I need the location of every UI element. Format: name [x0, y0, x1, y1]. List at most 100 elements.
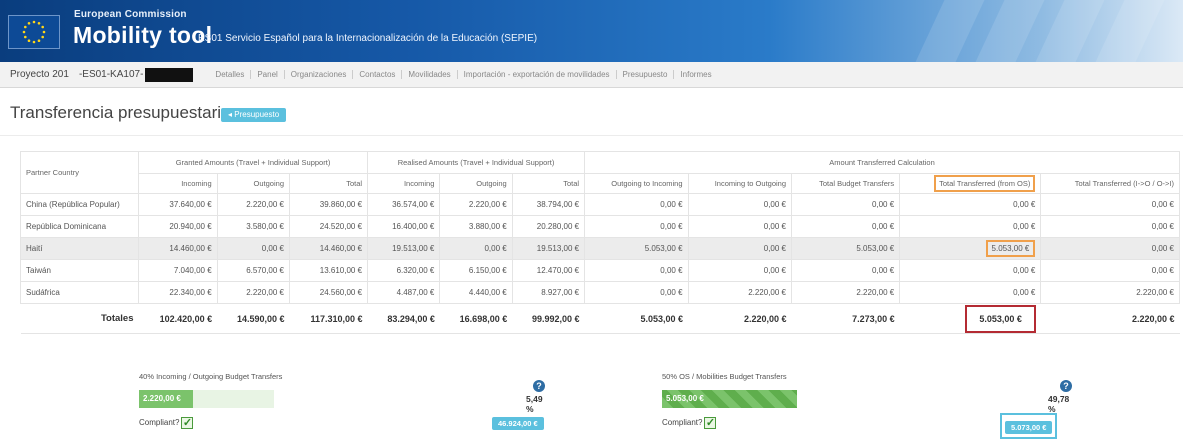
compliant-label: Compliant? ✓: [139, 417, 194, 429]
progress-fill: 2.220,00 €: [139, 390, 193, 408]
country-cell: Sudáfrica: [20, 281, 139, 304]
progress-fill: 5.053,00 €: [662, 390, 797, 408]
value-cell: 5.053,00 €: [584, 237, 689, 260]
back-to-budget-button[interactable]: ◂ Presupuesto: [221, 108, 287, 122]
value-cell: 22.340,00 €: [138, 281, 218, 304]
value-cell: 0,00 €: [790, 193, 901, 216]
value-cell: 0,00 €: [899, 193, 1042, 216]
progress-bar: 5.053,00 €: [662, 390, 797, 408]
col-header: Total Budget Transfers: [790, 173, 901, 194]
value-cell: 6.570,00 €: [216, 259, 291, 282]
panel-title: 40% Incoming / Outgoing Budget Transfers: [139, 372, 283, 381]
agency-name: ES01 Servicio Español para la Internacio…: [198, 33, 538, 44]
help-icon[interactable]: ?: [1060, 380, 1072, 392]
header-calculator: Amount Transferred Calculation: [584, 151, 1180, 174]
total-cell: 2.220,00 €: [688, 303, 792, 334]
col-header-total-transferred-os: Total Transferred (from OS): [934, 175, 1036, 192]
nav-import-export[interactable]: Importación - exportación de movilidades: [458, 70, 617, 79]
header-realised: Realised Amounts (Travel + Individual Su…: [367, 151, 586, 174]
value-cell: 3.580,00 €: [216, 215, 291, 238]
total-cell: 7.273,00 €: [791, 303, 900, 334]
highlighted-value: 5.053,00 €: [985, 240, 1036, 257]
table-row: China (República Popular) 37.640,00 €2.22…: [20, 193, 1180, 216]
nav-contactos[interactable]: Contactos: [353, 70, 403, 79]
value-cell: 24.560,00 €: [288, 281, 369, 304]
total-cell: 5.053,00 €: [584, 303, 689, 334]
percent-value: 5,49 %: [526, 394, 543, 414]
header-granted: Granted Amounts (Travel + Individual Sup…: [137, 151, 369, 174]
col-header: Total Transferred (I->O / O->I): [1040, 173, 1180, 194]
divider: [0, 135, 1183, 136]
value-cell: 0,00 €: [584, 215, 689, 238]
project-menu: Detalles Panel Organizaciones Contactos …: [209, 70, 717, 79]
value-cell: 2.220,00 €: [790, 281, 901, 304]
value-cell: 20.280,00 €: [511, 215, 586, 238]
value-cell: 0,00 €: [687, 215, 793, 238]
progress-bar: 2.220,00 €: [139, 390, 274, 408]
country-cell: Haití: [20, 237, 139, 260]
value-cell: 0,00 €: [899, 259, 1042, 282]
value-cell: 0,00 €: [584, 259, 689, 282]
value-cell: 0,00 €: [899, 215, 1042, 238]
value-cell: 0,00 €: [790, 215, 901, 238]
value-cell: 12.470,00 €: [511, 259, 586, 282]
totals-row: Totales 102.420,00 €14.590,00 €117.310,00…: [20, 303, 1180, 334]
page-title: Transferencia presupuestaria: [10, 103, 231, 122]
value-cell: 14.460,00 €: [288, 237, 369, 260]
amount-badge: 46.924,00 €: [492, 417, 544, 430]
total-cell: 2.220,00 €: [1040, 303, 1180, 334]
value-cell: 36.574,00 €: [367, 193, 441, 216]
col-header: Total: [288, 173, 369, 194]
table-row: Haití 14.460,00 €0,00 €14.460,00 €19.513,…: [20, 237, 1180, 260]
totals-label: Totales: [20, 303, 139, 334]
value-cell: 2.220,00 €: [439, 193, 513, 216]
total-cell: 14.590,00 €: [217, 303, 290, 334]
project-code: -ES01-KA107-: [78, 69, 144, 80]
check-icon[interactable]: ✓: [704, 417, 717, 429]
value-cell: 37.640,00 €: [138, 193, 218, 216]
col-header: Incoming: [138, 173, 218, 194]
nav-organizaciones[interactable]: Organizaciones: [285, 70, 354, 79]
value-cell: 4.487,00 €: [367, 281, 441, 304]
table-row: Taiwán 7.040,00 €6.570,00 €13.610,00 €6.3…: [20, 259, 1180, 282]
value-cell: 2.220,00 €: [216, 281, 291, 304]
panel-title: 50% OS / Mobilities Budget Transfers: [662, 372, 787, 381]
project-label[interactable]: Proyecto 201: [10, 69, 69, 80]
total-cell: 83.294,00 €: [367, 303, 440, 334]
nav-panel[interactable]: Panel: [251, 70, 285, 79]
value-cell: 24.520,00 €: [288, 215, 369, 238]
nav-informes[interactable]: Informes: [674, 70, 717, 79]
nav-movilidades[interactable]: Movilidades: [402, 70, 458, 79]
help-icon[interactable]: ?: [533, 380, 545, 392]
total-cell: 16.698,00 €: [439, 303, 513, 334]
value-cell: 6.150,00 €: [439, 259, 513, 282]
value-cell: 20.940,00 €: [138, 215, 218, 238]
table-row: República Dominicana 20.940,00 €3.580,00 …: [20, 215, 1180, 238]
amount-badge: 5.073,00 €: [1005, 421, 1053, 434]
nav-presupuesto[interactable]: Presupuesto: [617, 70, 675, 79]
value-cell: 0,00 €: [1040, 193, 1180, 216]
value-cell: 0,00 €: [1040, 215, 1180, 238]
total-cell: 117.310,00 €: [289, 303, 368, 334]
value-cell: 2.220,00 €: [216, 193, 291, 216]
value-cell: 0,00 €: [899, 281, 1042, 304]
check-icon[interactable]: ✓: [181, 417, 194, 429]
budget-transfer-table: Partner Country Granted Amounts (Travel …: [20, 151, 1180, 334]
value-cell: 39.860,00 €: [288, 193, 369, 216]
nav-detalles[interactable]: Detalles: [209, 70, 252, 79]
value-cell: 2.220,00 €: [1040, 281, 1180, 304]
value-cell: 13.610,00 €: [288, 259, 369, 282]
total-cell: 99.992,00 €: [512, 303, 585, 334]
value-cell: 0,00 €: [439, 237, 513, 260]
value-cell: 0,00 €: [687, 237, 793, 260]
value-cell: 19.513,00 €: [367, 237, 441, 260]
table-row: Sudáfrica 22.340,00 €2.220,00 €24.560,00 …: [20, 281, 1180, 304]
highlighted-total: 5.053,00 €: [965, 304, 1036, 333]
value-cell: 19.513,00 €: [511, 237, 586, 260]
value-cell: 4.440,00 €: [439, 281, 513, 304]
value-cell: 0,00 €: [584, 193, 689, 216]
country-cell: Taiwán: [20, 259, 139, 282]
country-cell: República Dominicana: [20, 215, 139, 238]
value-cell: 6.320,00 €: [367, 259, 441, 282]
app-title[interactable]: Mobility tool: [73, 22, 212, 49]
